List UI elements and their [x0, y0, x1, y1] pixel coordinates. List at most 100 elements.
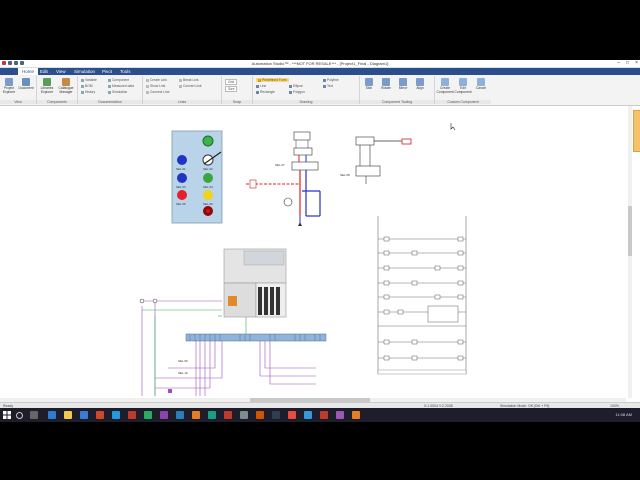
measured-data-item[interactable]: Measured data [108, 84, 134, 88]
libraries-explorer-button[interactable]: Libraries Explorer [39, 78, 55, 94]
app-icon-11[interactable] [288, 411, 296, 419]
label-sel-09: SEL 09 [178, 359, 188, 363]
maximize-button[interactable]: □ [626, 60, 629, 66]
group-label-snap: Snap [222, 100, 252, 104]
app-icon-7[interactable] [224, 411, 232, 419]
clock[interactable]: 11:08 AM [615, 412, 632, 417]
app-icon-5[interactable] [192, 411, 200, 419]
ribbon-group-custom-component: Create Component Edit Component Cancel C… [435, 76, 491, 104]
convert-link-item[interactable]: Convert Link [179, 84, 202, 88]
label-sel-05: SEL 05 [176, 202, 186, 206]
skin-button[interactable]: Skin [362, 78, 376, 91]
tab-tools[interactable]: Tools [116, 68, 135, 75]
edge-icon[interactable] [48, 411, 56, 419]
app-icon-14[interactable] [336, 411, 344, 419]
create-component-button[interactable]: Create Component [436, 78, 454, 94]
pushbutton-blue-1[interactable] [177, 155, 187, 165]
sensor-terminal [168, 389, 172, 393]
grid-select[interactable]: Grid [225, 79, 238, 85]
size-select[interactable]: Size [225, 86, 238, 92]
file-explorer-icon[interactable] [64, 411, 72, 419]
properties-tab[interactable] [633, 110, 640, 152]
app-icon-12[interactable] [304, 411, 312, 419]
create-link-item[interactable]: Create Link [146, 78, 167, 82]
diagram-canvas[interactable]: SEL 01 SEL 02 SEL 03 SEL 04 SEL 05 SEL 0… [0, 106, 626, 398]
power-terminal-2 [152, 298, 158, 304]
ribbon: Project Explorer Document View Libraries… [0, 75, 640, 106]
menu-bar: Home Edit View Simulation Pivot Tools [0, 68, 640, 75]
label-sel-01: SEL 01 [176, 167, 186, 171]
line-item[interactable]: Line [256, 84, 266, 88]
task-view-icon[interactable] [30, 411, 38, 419]
ribbon-group-snap: Grid Size Snap [222, 76, 253, 104]
letterbox-bottom [0, 422, 640, 480]
app-icon-3[interactable] [160, 411, 168, 419]
label-sel-07: SEL 07 [275, 163, 285, 167]
app-icon-1[interactable] [128, 411, 136, 419]
pneumatic-circuit-1 [246, 131, 321, 226]
group-label-components: Components [37, 100, 77, 104]
windows-taskbar: 11:08 AM [0, 408, 640, 422]
mirror-button[interactable]: Mirror [396, 78, 410, 91]
tab-home[interactable]: Home [18, 68, 39, 75]
tab-simulation[interactable]: Simulation [70, 68, 99, 75]
tab-edit[interactable]: Edit [36, 68, 52, 75]
polygon-item[interactable]: Polygon [289, 90, 305, 94]
pilot-light-green[interactable] [202, 135, 214, 147]
app-icon-2[interactable] [144, 411, 152, 419]
ellipse-item[interactable]: Ellipse [289, 84, 303, 88]
label-sel-04: SEL 04 [203, 185, 213, 189]
minimize-button[interactable]: – [617, 60, 620, 66]
ribbon-group-components: Libraries Explorer Catalogue Manager Com… [37, 76, 78, 104]
store-icon[interactable] [80, 411, 88, 419]
app-icon-8[interactable] [240, 411, 248, 419]
close-button[interactable]: × [635, 60, 638, 66]
connect-line-item[interactable]: Connect Line [146, 90, 169, 94]
rotate-icon [382, 78, 390, 86]
app-icon-10[interactable] [272, 411, 280, 419]
tab-pivot[interactable]: Pivot [98, 68, 116, 75]
edit-component-button[interactable]: Edit Component [454, 78, 472, 94]
align-button[interactable]: Align [413, 78, 427, 91]
app-icon-13[interactable] [320, 411, 328, 419]
plc-unit[interactable] [223, 248, 287, 318]
tab-view[interactable]: View [52, 68, 70, 75]
catalogue-manager-button[interactable]: Catalogue Manager [58, 78, 74, 94]
document-button[interactable]: Document [18, 78, 34, 91]
green-wiring [142, 309, 247, 396]
mail-icon[interactable] [112, 411, 120, 419]
pushbutton-red[interactable] [177, 190, 187, 200]
group-label-view: View [0, 100, 36, 104]
project-explorer-icon [5, 78, 13, 86]
pushbutton-yellow[interactable] [203, 190, 213, 200]
predefined-form-item[interactable]: Predefined Form [256, 78, 289, 82]
cancel-button[interactable]: Cancel [473, 78, 489, 91]
text-item[interactable]: Text [323, 84, 333, 88]
pushbutton-green[interactable] [203, 173, 213, 183]
edit-component-icon [459, 78, 467, 86]
pneumatic-circuit-2 [355, 136, 412, 184]
polyline-item[interactable]: Polyline [323, 78, 339, 82]
bom-item[interactable]: BOM [81, 84, 93, 88]
app-icon-4[interactable] [176, 411, 184, 419]
show-link-item[interactable]: Show Link [146, 84, 165, 88]
app-icon-9[interactable] [256, 411, 264, 419]
simulation-item[interactable]: Simulation [108, 90, 127, 94]
project-explorer-button[interactable]: Project Explorer [2, 78, 16, 94]
rectangle-item[interactable]: Rectangle [256, 90, 275, 94]
history-item[interactable]: History [81, 90, 95, 94]
rotate-button[interactable]: Rotate [379, 78, 393, 91]
mouse-cursor-icon [450, 123, 456, 131]
windows-start-icon[interactable] [3, 411, 11, 419]
break-link-item[interactable]: Break Link [179, 78, 199, 82]
office-icon[interactable] [96, 411, 104, 419]
libraries-icon [43, 78, 51, 86]
app-icon-15[interactable] [352, 411, 360, 419]
variable-item[interactable]: Variable [81, 78, 97, 82]
app-icon-6[interactable] [208, 411, 216, 419]
label-sel-03: SEL 03 [176, 185, 186, 189]
skin-icon [365, 78, 373, 86]
pushbutton-blue-2[interactable] [177, 173, 187, 183]
search-icon[interactable] [16, 412, 23, 419]
component-item[interactable]: Component [108, 78, 129, 82]
